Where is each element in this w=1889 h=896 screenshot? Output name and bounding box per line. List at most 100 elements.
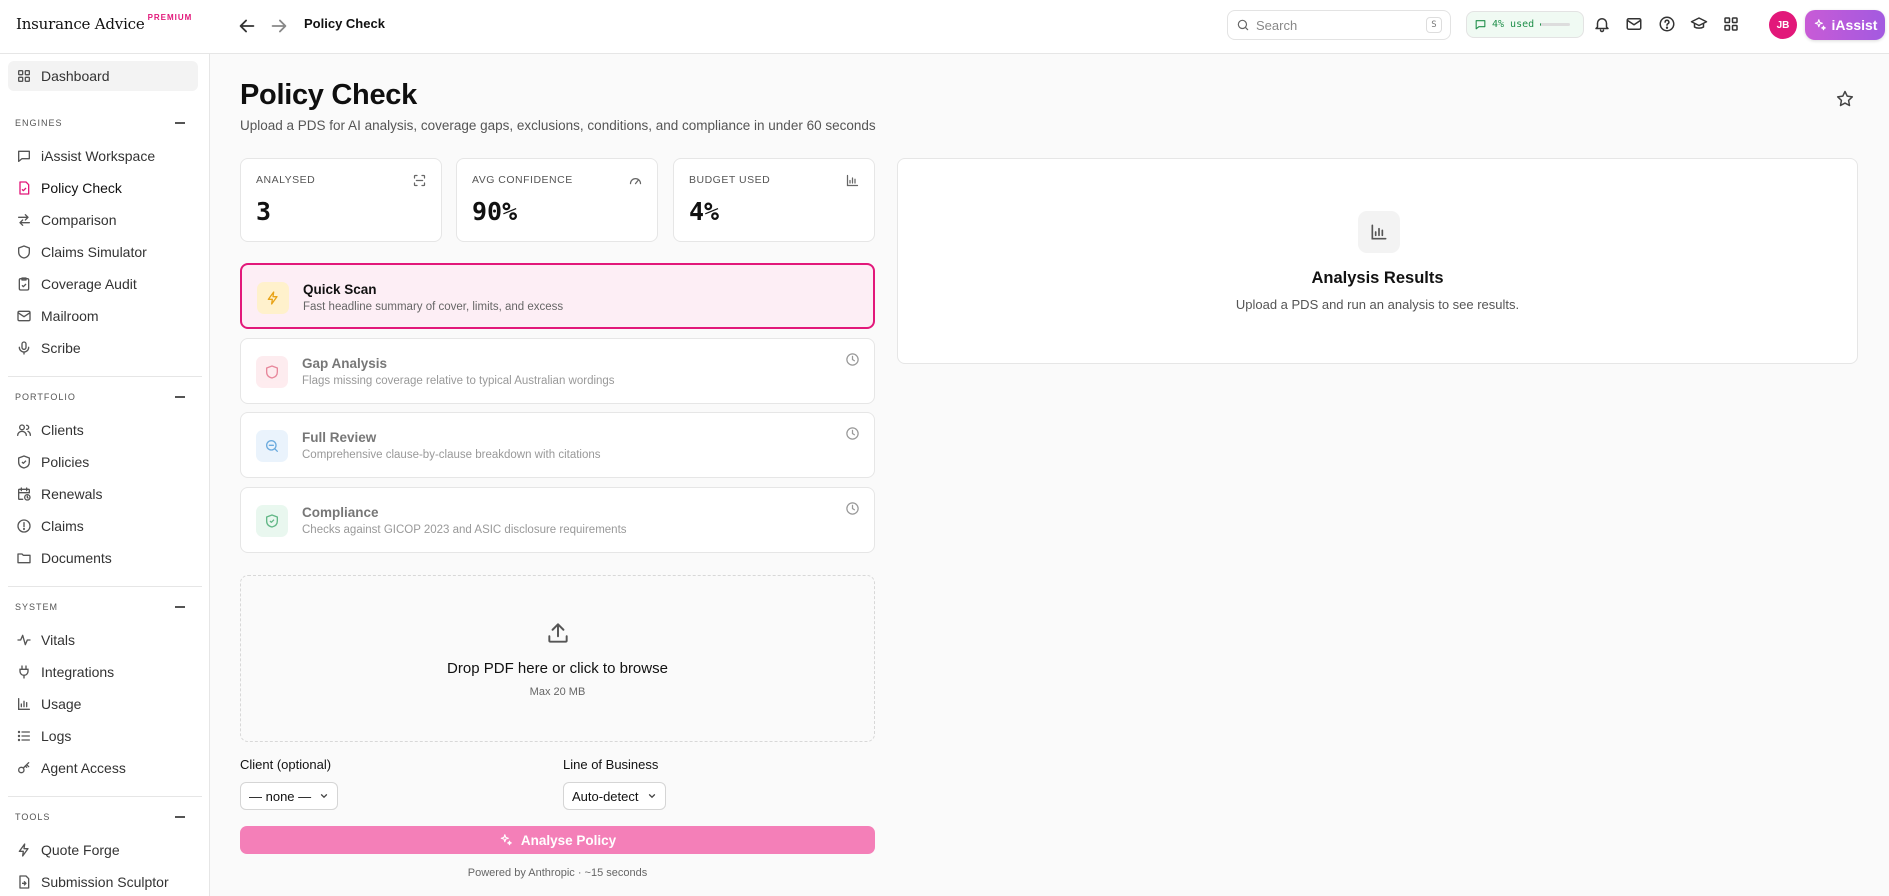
section-engines[interactable]: ENGINES <box>15 118 185 128</box>
sidebar-item-mailroom[interactable]: Mailroom <box>8 301 198 331</box>
section-portfolio[interactable]: PORTFOLIO <box>15 392 185 402</box>
bar-chart-icon <box>845 173 860 188</box>
help-icon[interactable] <box>1658 15 1676 33</box>
mode-full-review[interactable]: Full Review Comprehensive clause-by-clau… <box>240 412 875 478</box>
sidebar-item-vitals[interactable]: Vitals <box>8 625 198 655</box>
sparkles-icon <box>499 833 513 847</box>
chat-icon <box>16 148 32 164</box>
mode-description: Comprehensive clause-by-clause breakdown… <box>302 449 601 461</box>
mode-quick-scan[interactable]: Quick Scan Fast headline summary of cove… <box>240 263 875 329</box>
section-title: ENGINES <box>15 118 63 128</box>
usage-bar-fill <box>1540 23 1542 26</box>
sidebar-item-dashboard[interactable]: Dashboard <box>8 61 198 91</box>
stat-card-avg-confidence: AVG CONFIDENCE 90% <box>456 158 658 242</box>
collapse-icon[interactable] <box>175 816 185 818</box>
section-tools[interactable]: TOOLS <box>15 812 185 822</box>
search-shortcut: S <box>1426 17 1442 33</box>
clipboard-check-icon <box>16 276 32 292</box>
mode-compliance[interactable]: Compliance Checks against GICOP 2023 and… <box>240 487 875 553</box>
sidebar-item-clients[interactable]: Clients <box>8 415 198 445</box>
brand-logo[interactable]: Insurance Advice PREMIUM <box>16 13 192 33</box>
sidebar-item-documents[interactable]: Documents <box>8 543 198 573</box>
sidebar-item-agent-access[interactable]: Agent Access <box>8 753 198 783</box>
sidebar-item-claims[interactable]: Claims <box>8 511 198 541</box>
stat-card-budget-used: BUDGET USED 4% <box>673 158 875 242</box>
section-title: PORTFOLIO <box>15 392 76 402</box>
sidebar-item-label: Usage <box>41 696 82 712</box>
line-of-business-label: Line of Business <box>563 757 659 772</box>
stat-label: ANALYSED <box>256 174 316 186</box>
avatar[interactable]: JB <box>1769 11 1797 39</box>
zap-icon <box>16 842 32 858</box>
breadcrumb: Policy Check <box>304 16 385 31</box>
pdf-dropzone[interactable]: Drop PDF here or click to browse Max 20 … <box>240 575 875 742</box>
stat-value: 4% <box>689 197 720 226</box>
star-icon[interactable] <box>1835 89 1855 109</box>
sidebar-item-label: Renewals <box>41 486 103 502</box>
iassist-label: iAssist <box>1831 17 1878 33</box>
stat-label: AVG CONFIDENCE <box>472 174 573 186</box>
section-title: TOOLS <box>15 812 51 822</box>
sidebar: Dashboard ENGINES iAssist Workspace Poli… <box>0 54 210 896</box>
sidebar-item-claims-simulator[interactable]: Claims Simulator <box>8 237 198 267</box>
mode-gap-analysis[interactable]: Gap Analysis Flags missing coverage rela… <box>240 338 875 404</box>
section-system[interactable]: SYSTEM <box>15 602 185 612</box>
sidebar-item-label: Mailroom <box>41 308 99 324</box>
search-input[interactable]: Search S <box>1227 10 1451 40</box>
chevron-down-icon <box>319 791 329 801</box>
collapse-icon[interactable] <box>175 606 185 608</box>
sidebar-item-coverage-audit[interactable]: Coverage Audit <box>8 269 198 299</box>
line-of-business-select[interactable]: Auto-detect <box>563 782 666 810</box>
client-label: Client (optional) <box>240 757 332 772</box>
sidebar-divider <box>8 796 202 797</box>
sidebar-item-iassist-workspace[interactable]: iAssist Workspace <box>8 141 198 171</box>
stat-label: BUDGET USED <box>689 174 771 186</box>
mode-title: Compliance <box>302 505 379 520</box>
sparkles-icon <box>1813 18 1827 32</box>
sidebar-item-label: Integrations <box>41 664 115 680</box>
client-select-value: — none — <box>249 788 312 804</box>
apps-grid-icon[interactable] <box>1722 15 1740 33</box>
usage-meter[interactable]: 4% used <box>1466 11 1584 38</box>
brand-name: Insurance Advice <box>16 15 145 33</box>
key-icon <box>16 760 32 776</box>
results-title: Analysis Results <box>1311 269 1444 287</box>
iassist-button[interactable]: iAssist <box>1805 10 1885 40</box>
collapse-icon[interactable] <box>175 122 185 124</box>
mail-icon <box>16 308 32 324</box>
sidebar-item-logs[interactable]: Logs <box>8 721 198 751</box>
client-select[interactable]: — none — <box>240 782 339 810</box>
bar-chart-icon <box>1358 211 1400 253</box>
analysis-results-panel: Analysis Results Upload a PDS and run an… <box>897 158 1858 364</box>
mode-title: Gap Analysis <box>302 356 388 371</box>
sidebar-item-submission-sculptor[interactable]: Submission Sculptor <box>8 867 198 896</box>
sidebar-item-label: Dashboard <box>41 68 110 84</box>
graduation-cap-icon[interactable] <box>1690 15 1708 33</box>
sidebar-item-label: Vitals <box>41 632 75 648</box>
sidebar-item-label: Claims Simulator <box>41 244 147 260</box>
forward-arrow-icon[interactable] <box>268 15 290 37</box>
search-icon <box>1236 18 1250 32</box>
shield-icon <box>256 356 288 388</box>
sidebar-item-quote-forge[interactable]: Quote Forge <box>8 835 198 865</box>
users-icon <box>16 422 32 438</box>
powered-by-note: Powered by Anthropic · ~15 seconds <box>467 867 648 879</box>
back-arrow-icon[interactable] <box>236 15 258 37</box>
sidebar-item-renewals[interactable]: Renewals <box>8 479 198 509</box>
sidebar-item-scribe[interactable]: Scribe <box>8 333 198 363</box>
analyse-policy-button[interactable]: Analyse Policy <box>240 826 875 854</box>
bell-icon[interactable] <box>1593 15 1611 33</box>
stat-value: 3 <box>256 197 272 226</box>
sidebar-item-comparison[interactable]: Comparison <box>8 205 198 235</box>
page-title: Policy Check <box>240 79 417 111</box>
usage-text: 4% used <box>1492 19 1535 30</box>
collapse-icon[interactable] <box>175 396 185 398</box>
mail-icon[interactable] <box>1625 15 1643 33</box>
plug-icon <box>16 664 32 680</box>
sidebar-item-integrations[interactable]: Integrations <box>8 657 198 687</box>
sidebar-item-label: Documents <box>41 550 112 566</box>
sidebar-item-policy-check[interactable]: Policy Check <box>8 173 198 203</box>
sidebar-item-usage[interactable]: Usage <box>8 689 198 719</box>
file-export-icon <box>16 874 32 890</box>
sidebar-item-policies[interactable]: Policies <box>8 447 198 477</box>
